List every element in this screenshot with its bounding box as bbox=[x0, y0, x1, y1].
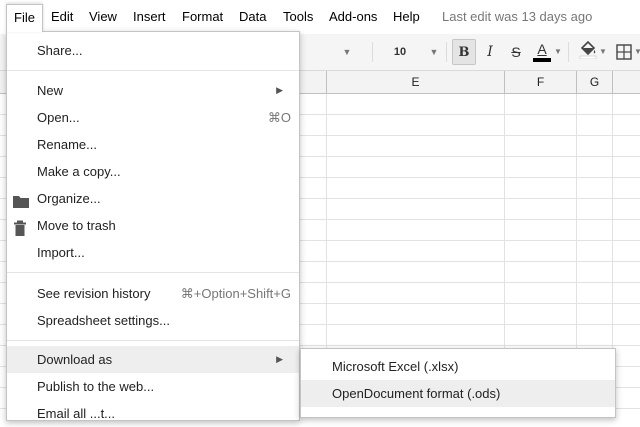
chevron-down-icon[interactable]: ▼ bbox=[598, 39, 608, 65]
menu-addons[interactable]: Add-ons bbox=[322, 4, 384, 30]
menu-item-email[interactable]: Email all ...t... bbox=[7, 400, 299, 427]
menu-item-label: See revision history bbox=[37, 286, 151, 301]
column-header-g[interactable]: G bbox=[577, 71, 613, 93]
menu-insert[interactable]: Insert bbox=[126, 4, 173, 30]
menu-item-label: Spreadsheet settings... bbox=[37, 313, 170, 328]
text-color-swatch bbox=[533, 58, 551, 62]
toolbar-divider bbox=[446, 42, 447, 62]
menu-item-revision-history[interactable]: See revision history ⌘+Option+Shift+G bbox=[7, 280, 299, 307]
paint-bucket-icon[interactable] bbox=[578, 39, 598, 65]
chevron-down-icon[interactable]: ▼ bbox=[428, 39, 440, 65]
menu-bar: File Edit View Insert Format Data Tools … bbox=[0, 0, 640, 34]
trash-icon bbox=[13, 218, 29, 236]
submenu-item-xlsx[interactable]: Microsoft Excel (.xlsx) bbox=[301, 353, 615, 380]
menu-item-shortcut: ⌘O bbox=[267, 110, 291, 125]
text-color-button[interactable]: A bbox=[532, 39, 552, 65]
text-color-letter: A bbox=[537, 41, 547, 57]
menu-item-share[interactable]: Share... bbox=[7, 37, 299, 64]
menu-item-download-as[interactable]: Download as ▶ bbox=[7, 346, 299, 373]
menu-separator bbox=[7, 70, 299, 71]
column-header-f[interactable]: F bbox=[505, 71, 577, 93]
menu-item-label: Share... bbox=[37, 43, 83, 58]
submenu-item-label: OpenDocument format (.ods) bbox=[332, 386, 501, 401]
column-header-e[interactable]: E bbox=[327, 71, 505, 93]
bold-button[interactable]: B bbox=[452, 39, 476, 65]
menu-separator bbox=[7, 340, 299, 341]
menu-item-label: Open... bbox=[37, 110, 80, 125]
download-as-submenu: Microsoft Excel (.xlsx) OpenDocument for… bbox=[300, 348, 616, 418]
menu-item-label: Publish to the web... bbox=[37, 379, 155, 394]
menu-file[interactable]: File bbox=[6, 4, 43, 32]
menu-format[interactable]: Format bbox=[175, 4, 230, 30]
menu-item-publish[interactable]: Publish to the web... bbox=[7, 373, 299, 400]
menu-item-label: Make a copy... bbox=[37, 164, 121, 179]
menu-item-label: Download as bbox=[37, 352, 113, 367]
menu-item-new[interactable]: New ▶ bbox=[7, 77, 299, 104]
menu-item-rename[interactable]: Rename... bbox=[7, 131, 299, 158]
font-size-dropdown[interactable]: 10 bbox=[385, 39, 415, 65]
menu-item-label: Rename... bbox=[37, 137, 97, 152]
menu-view[interactable]: View bbox=[82, 4, 124, 30]
chevron-down-icon[interactable]: ▼ bbox=[634, 39, 640, 65]
folder-icon bbox=[13, 191, 29, 208]
column-header-d[interactable] bbox=[300, 71, 327, 93]
menu-item-label: Email all ...t... bbox=[37, 406, 116, 421]
menu-item-label: Move to trash bbox=[37, 218, 116, 233]
menu-item-organize[interactable]: Organize... bbox=[7, 185, 299, 212]
menu-item-spreadsheet-settings[interactable]: Spreadsheet settings... bbox=[7, 307, 299, 334]
menu-edit[interactable]: Edit bbox=[44, 4, 80, 30]
menu-tools[interactable]: Tools bbox=[276, 4, 320, 30]
italic-button[interactable]: I bbox=[480, 39, 500, 65]
menu-item-label: Import... bbox=[37, 245, 85, 260]
borders-icon[interactable] bbox=[614, 39, 634, 65]
menu-help[interactable]: Help bbox=[386, 4, 427, 30]
menu-item-open[interactable]: Open... ⌘O bbox=[7, 104, 299, 131]
menu-item-label: Organize... bbox=[37, 191, 101, 206]
menu-item-make-copy[interactable]: Make a copy... bbox=[7, 158, 299, 185]
triangle-right-icon: ▶ bbox=[276, 85, 283, 95]
toolbar-divider bbox=[372, 42, 373, 62]
menu-separator bbox=[7, 272, 299, 273]
chevron-down-icon[interactable]: ▼ bbox=[553, 39, 563, 65]
submenu-item-ods[interactable]: OpenDocument format (.ods) bbox=[301, 380, 615, 407]
menu-data[interactable]: Data bbox=[232, 4, 273, 30]
file-menu-dropdown: Share... New ▶ Open... ⌘O Rename... Make… bbox=[6, 31, 300, 421]
menu-item-shortcut: ⌘+Option+Shift+G bbox=[180, 286, 291, 301]
menu-item-import[interactable]: Import... bbox=[7, 239, 299, 266]
strikethrough-button[interactable]: S bbox=[506, 39, 526, 65]
toolbar-divider bbox=[568, 42, 569, 62]
chevron-down-icon[interactable]: ▼ bbox=[340, 39, 354, 65]
submenu-item-label: Microsoft Excel (.xlsx) bbox=[332, 359, 459, 374]
menu-item-label: New bbox=[37, 83, 64, 98]
last-edit-status[interactable]: Last edit was 13 days ago bbox=[442, 4, 592, 30]
menu-item-move-to-trash[interactable]: Move to trash bbox=[7, 212, 299, 239]
triangle-right-icon: ▶ bbox=[276, 354, 283, 364]
